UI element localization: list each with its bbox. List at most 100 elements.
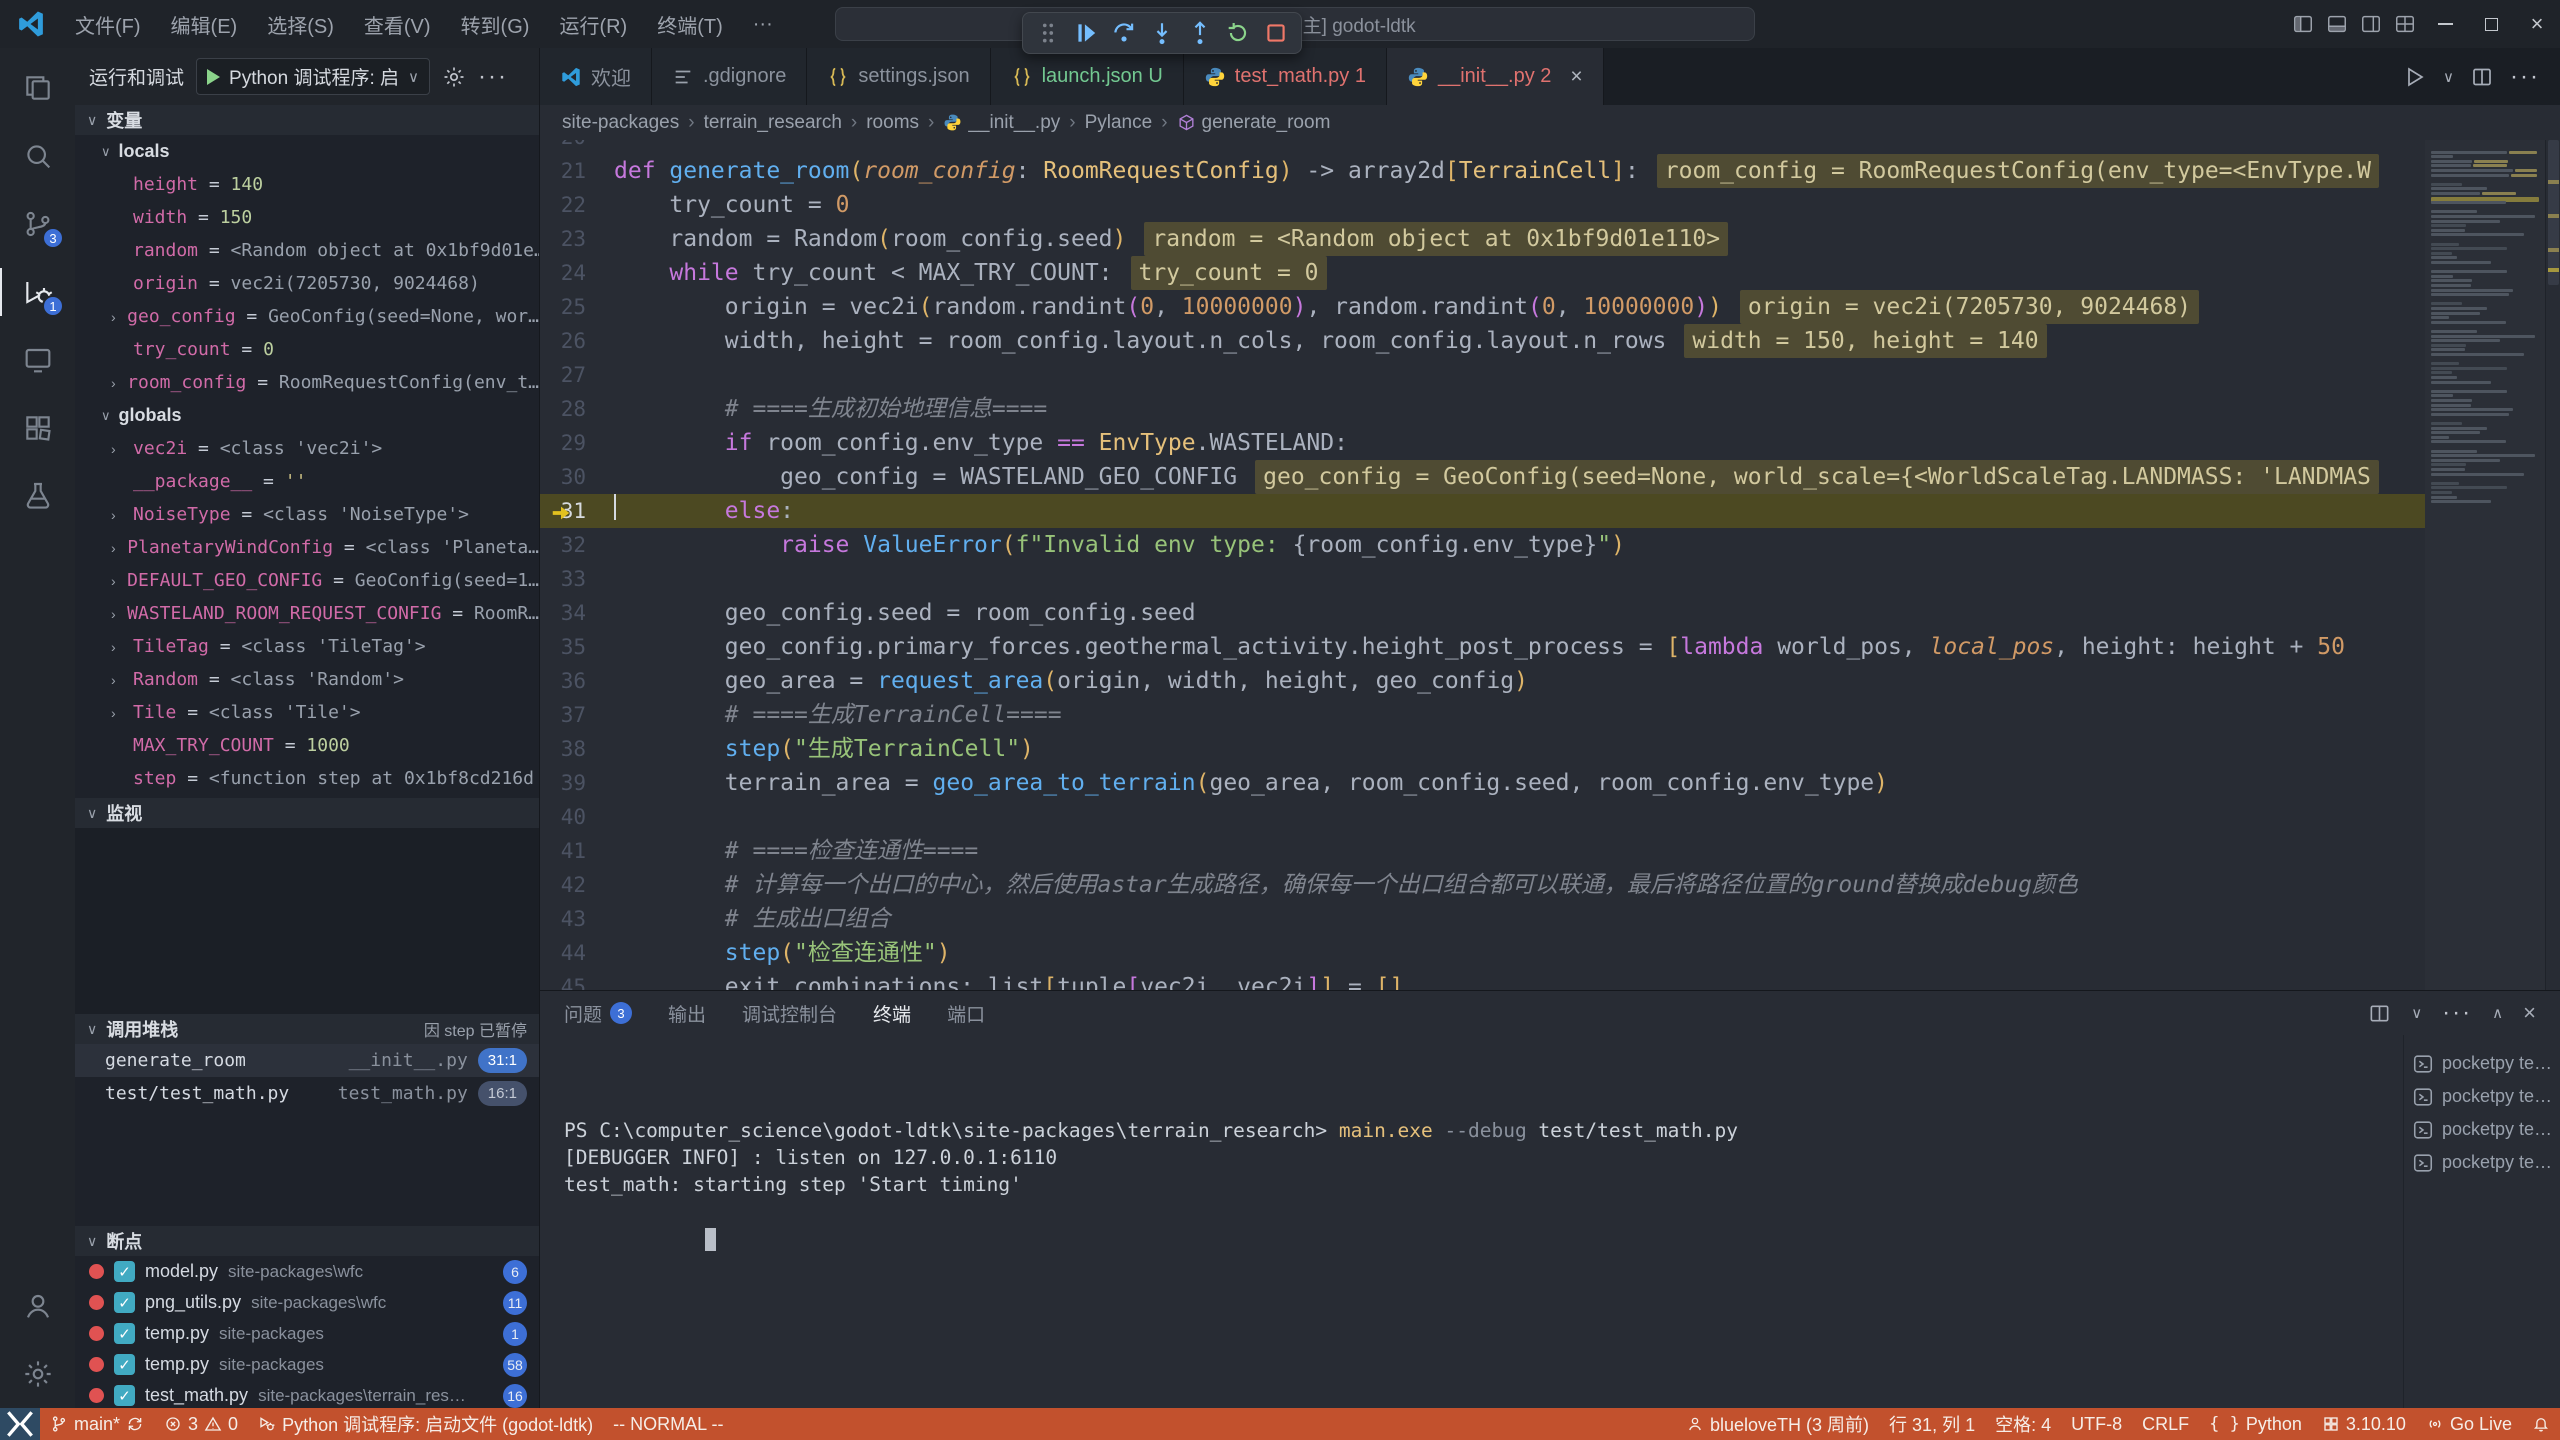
breakpoint-row[interactable]: ✓model.pysite-packages\wfc6 [75,1256,539,1287]
breakpoint-checkbox[interactable]: ✓ [114,1323,135,1344]
variable-row[interactable]: ›TileTag = <class 'TileTag'> [75,630,539,663]
menu-item-7[interactable]: ··· [738,0,788,48]
variable-row[interactable]: ›PlanetaryWindConfig = <class 'Planeta… [75,531,539,564]
terminal-instance[interactable]: pocketpy te… [2404,1080,2560,1113]
breakpoints-section-header[interactable]: ∨ 断点 [75,1226,539,1256]
breakpoint-checkbox[interactable]: ✓ [114,1385,135,1406]
code-line-28[interactable]: 28 # ====生成初始地理信息==== [540,392,2425,426]
menu-item-6[interactable]: 终端(T) [642,0,738,48]
minimap[interactable] [2425,140,2545,990]
close-button[interactable]: × [2514,0,2560,48]
continue-icon[interactable] [1069,16,1103,50]
variable-row[interactable]: random = <Random object at 0x1bf9d01e… [75,234,539,267]
tab-.gdignore[interactable]: .gdignore [652,48,807,105]
scope-locals[interactable]: ∨locals [75,135,539,168]
git-branch-status[interactable]: main* [40,1408,154,1440]
debug-settings-gear-icon[interactable] [442,65,466,89]
breadcrumb-item[interactable]: terrain_research [704,112,842,134]
breakpoint-checkbox[interactable]: ✓ [114,1261,135,1282]
activity-search-icon[interactable] [0,122,75,190]
language-mode[interactable]: { } Python [2199,1408,2312,1440]
run-dropdown-icon[interactable]: ∨ [2443,68,2454,86]
terminal-instance[interactable]: pocketpy te… [2404,1047,2560,1080]
debug-session-status[interactable]: Python 调试程序: 启动文件 (godot-ldtk) [248,1408,603,1440]
breakpoint-row[interactable]: ✓png_utils.pysite-packages\wfc11 [75,1287,539,1318]
step-over-icon[interactable] [1107,16,1141,50]
terminal-output[interactable]: PS C:\computer_science\godot-ldtk\site-p… [540,1035,2403,1408]
menu-item-4[interactable]: 转到(G) [446,0,545,48]
menu-item-0[interactable]: 文件(F) [60,0,156,48]
minimize-button[interactable] [2422,0,2468,48]
activity-explorer-icon[interactable] [0,54,75,122]
tab-test_math.py[interactable]: test_math.py 1 [1184,48,1387,105]
panel-tab-端口[interactable]: 端口 [947,991,985,1035]
toggle-panel-icon[interactable] [2320,0,2354,48]
step-into-icon[interactable] [1145,16,1179,50]
indentation-setting[interactable]: 空格: 4 [1985,1408,2061,1440]
code-line-23[interactable]: 23 random = Random(room_config.seed)rand… [540,222,2425,256]
terminal-instance[interactable]: pocketpy te… [2404,1146,2560,1179]
problems-status[interactable]: 3 0 [154,1408,248,1440]
code-line-25[interactable]: 25 origin = vec2i(random.randint(0, 1000… [540,290,2425,324]
activity-settings-icon[interactable] [0,1340,75,1408]
code-line-22[interactable]: 22 try_count = 0 [540,188,2425,222]
code-line-32[interactable]: 32 raise ValueError(f"Invalid env type: … [540,528,2425,562]
watch-section-header[interactable]: ∨ 监视 [75,798,539,828]
breadcrumb-item[interactable]: Pylance [1085,112,1153,134]
variable-row[interactable]: MAX_TRY_COUNT = 1000 [75,729,539,762]
code-line-44[interactable]: 44 step("检查连通性") [540,936,2425,970]
activity-remote-explorer-icon[interactable] [0,326,75,394]
stack-frame[interactable]: generate_room__init__.py31:1 [75,1044,539,1077]
code-line-26[interactable]: 26 width, height = room_config.layout.n_… [540,324,2425,358]
code-line-42[interactable]: 42 # 计算每一个出口的中心，然后使用astar生成路径，确保每一个出口组合都… [540,868,2425,902]
split-editor-icon[interactable] [2470,65,2494,89]
variable-row[interactable]: ›WASTELAND_ROOM_REQUEST_CONFIG = RoomR… [75,597,539,630]
close-panel-icon[interactable]: × [2523,1000,2536,1026]
variable-row[interactable]: ›geo_config = GeoConfig(seed=None, wor… [75,300,539,333]
variable-row[interactable]: ›Random = <class 'Random'> [75,663,539,696]
panel-tab-调试控制台[interactable]: 调试控制台 [742,991,837,1035]
variable-row[interactable]: origin = vec2i(7205730, 9024468) [75,267,539,300]
activity-source-control-icon[interactable]: 3 [0,190,75,258]
code-line-30[interactable]: 30 geo_config = WASTELAND_GEO_CONFIGgeo_… [540,460,2425,494]
activity-run-and-debug-icon[interactable]: 1 [0,258,75,326]
close-tab-icon[interactable]: × [1570,65,1582,89]
variable-row[interactable]: ›room_config = RoomRequestConfig(env_t… [75,366,539,399]
code-line-31[interactable]: 31 else: [540,494,2425,528]
stack-frame[interactable]: test/test_math.pytest_math.py16:1 [75,1077,539,1110]
code-line-33[interactable]: 33 [540,562,2425,596]
code-line-35[interactable]: 35 geo_config.primary_forces.geothermal_… [540,630,2425,664]
tab-__init__.py[interactable]: __init__.py 2× [1387,48,1604,105]
code-line-34[interactable]: 34 geo_config.seed = room_config.seed [540,596,2425,630]
variable-row[interactable]: ›vec2i = <class 'vec2i'> [75,432,539,465]
variable-row[interactable]: height = 140 [75,168,539,201]
toggle-secondary-sidebar-icon[interactable] [2354,0,2388,48]
call-stack-section-header[interactable]: ∨ 调用堆栈 因 step 已暂停 [75,1014,539,1044]
scrollbar-thumb[interactable] [2548,140,2559,285]
debug-config-dropdown[interactable]: Python 调试程序: 启 ∨ [196,58,430,95]
go-live-button[interactable]: Go Live [2416,1408,2522,1440]
python-interpreter[interactable]: 3.10.10 [2312,1408,2416,1440]
activity-extensions-icon[interactable] [0,394,75,462]
encoding-setting[interactable]: UTF-8 [2061,1408,2132,1440]
toggle-sidebar-icon[interactable] [2286,0,2320,48]
code-line-27[interactable]: 27 [540,358,2425,392]
maximize-button[interactable] [2468,0,2514,48]
variable-row[interactable]: ›Tile = <class 'Tile'> [75,696,539,729]
breakpoint-row[interactable]: ✓temp.pysite-packages1 [75,1318,539,1349]
breakpoint-row[interactable]: ✓test_math.pysite-packages\terrain_res…1… [75,1380,539,1408]
panel-tab-输出[interactable]: 输出 [668,991,706,1035]
breadcrumb-item[interactable]: __init__.py [943,112,1060,134]
breakpoint-row[interactable]: ✓temp.pysite-packages58 [75,1349,539,1380]
cursor-position[interactable]: 行 31, 列 1 [1879,1408,1985,1440]
code-line-37[interactable]: 37 # ====生成TerrainCell==== [540,698,2425,732]
code-line-24[interactable]: 24 while try_count < MAX_TRY_COUNT:try_c… [540,256,2425,290]
panel-tab-问题[interactable]: 问题3 [564,991,632,1035]
more-actions-icon[interactable]: ··· [2510,63,2540,91]
terminal-views-icon[interactable] [2368,1002,2391,1025]
variable-row[interactable]: width = 150 [75,201,539,234]
code-line-38[interactable]: 38 step("生成TerrainCell") [540,732,2425,766]
drag-handle-icon[interactable] [1031,16,1065,50]
remote-indicator[interactable] [0,1408,40,1440]
run-python-file-icon[interactable] [2403,65,2427,89]
